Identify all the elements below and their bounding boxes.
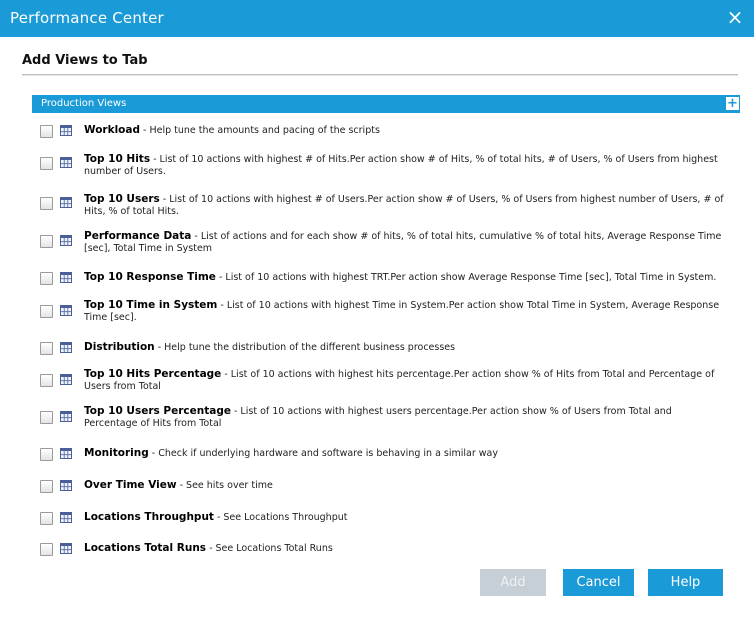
table-icon	[60, 305, 72, 316]
view-text: Monitoring - Check if underlying hardwar…	[84, 447, 724, 460]
view-description: - See hits over time	[176, 480, 273, 491]
view-name: Top 10 Response Time	[84, 271, 216, 283]
view-description: - Help tune the amounts and pacing of th…	[140, 125, 380, 136]
cancel-button[interactable]: Cancel	[563, 569, 634, 596]
view-text: Top 10 Time in System - List of 10 actio…	[84, 299, 724, 324]
view-description: - List of 10 actions with highest TRT.Pe…	[215, 272, 717, 283]
heading-divider-shadow	[22, 75, 738, 76]
view-description: - See Locations Throughput	[213, 512, 348, 523]
close-icon[interactable]: ×	[724, 6, 746, 28]
view-text: Top 10 Hits - List of 10 actions with hi…	[84, 153, 724, 178]
view-name: Workload	[84, 124, 140, 136]
view-text: Top 10 Hits Percentage - List of 10 acti…	[84, 368, 724, 393]
view-description: - Help tune the distribution of the diff…	[154, 342, 456, 353]
table-icon	[60, 157, 72, 168]
view-name: Distribution	[84, 341, 155, 353]
table-icon	[60, 342, 72, 353]
view-text: Locations Total Runs - See Locations Tot…	[84, 542, 724, 555]
table-icon	[60, 411, 72, 422]
view-description: - Check if underlying hardware and softw…	[148, 448, 498, 459]
checkbox-distribution[interactable]	[40, 342, 53, 355]
table-icon	[60, 374, 72, 385]
checkbox-top-10-response-time[interactable]	[40, 272, 53, 285]
view-description: - List of 10 actions with highest # of U…	[84, 194, 724, 217]
view-description: - See Locations Total Runs	[206, 543, 333, 554]
view-text: Locations Throughput - See Locations Thr…	[84, 511, 724, 524]
checkbox-top-10-time-in-system[interactable]	[40, 305, 53, 318]
view-name: Locations Total Runs	[84, 542, 207, 554]
section-label: Production Views	[41, 98, 127, 109]
dialog-heading: Add Views to Tab	[22, 53, 148, 68]
checkbox-locations-total-runs[interactable]	[40, 543, 53, 556]
view-name: Performance Data	[84, 230, 192, 242]
table-icon	[60, 512, 72, 523]
checkbox-top-10-hits-percentage[interactable]	[40, 374, 53, 387]
checkbox-top-10-users-percentage[interactable]	[40, 411, 53, 424]
section-header-production-views: Production Views +	[32, 95, 740, 113]
view-text: Top 10 Response Time - List of 10 action…	[84, 271, 724, 284]
checkbox-top-10-hits[interactable]	[40, 157, 53, 170]
view-name: Over Time View	[84, 479, 177, 491]
table-icon	[60, 448, 72, 459]
view-description: - List of 10 actions with highest # of H…	[84, 154, 718, 177]
view-name: Top 10 Users Percentage	[84, 405, 231, 417]
view-text: Workload - Help tune the amounts and pac…	[84, 124, 724, 137]
view-text: Performance Data - List of actions and f…	[84, 230, 724, 255]
checkbox-locations-throughput[interactable]	[40, 512, 53, 525]
checkbox-top-10-users[interactable]	[40, 197, 53, 210]
view-name: Top 10 Hits Percentage	[84, 368, 222, 380]
checkbox-performance-data[interactable]	[40, 235, 53, 248]
checkbox-over-time-view[interactable]	[40, 480, 53, 493]
table-icon	[60, 480, 72, 491]
view-text: Top 10 Users Percentage - List of 10 act…	[84, 405, 724, 430]
add-button[interactable]: Add	[480, 569, 546, 596]
window-titlebar: Performance Center ×	[0, 0, 754, 37]
view-name: Top 10 Users	[84, 193, 160, 205]
view-name: Monitoring	[84, 447, 149, 459]
table-icon	[60, 235, 72, 246]
window-title: Performance Center	[10, 9, 164, 27]
view-name: Top 10 Time in System	[84, 299, 218, 311]
checkbox-workload[interactable]	[40, 125, 53, 138]
checkbox-monitoring[interactable]	[40, 448, 53, 461]
view-text: Distribution - Help tune the distributio…	[84, 341, 724, 354]
table-icon	[60, 543, 72, 554]
view-text: Over Time View - See hits over time	[84, 479, 724, 492]
view-name: Locations Throughput	[84, 511, 214, 523]
view-text: Top 10 Users - List of 10 actions with h…	[84, 193, 724, 218]
table-icon	[60, 197, 72, 208]
expand-icon[interactable]: +	[726, 97, 739, 110]
table-icon	[60, 125, 72, 136]
table-icon	[60, 272, 72, 283]
help-button[interactable]: Help	[648, 569, 723, 596]
view-name: Top 10 Hits	[84, 153, 151, 165]
